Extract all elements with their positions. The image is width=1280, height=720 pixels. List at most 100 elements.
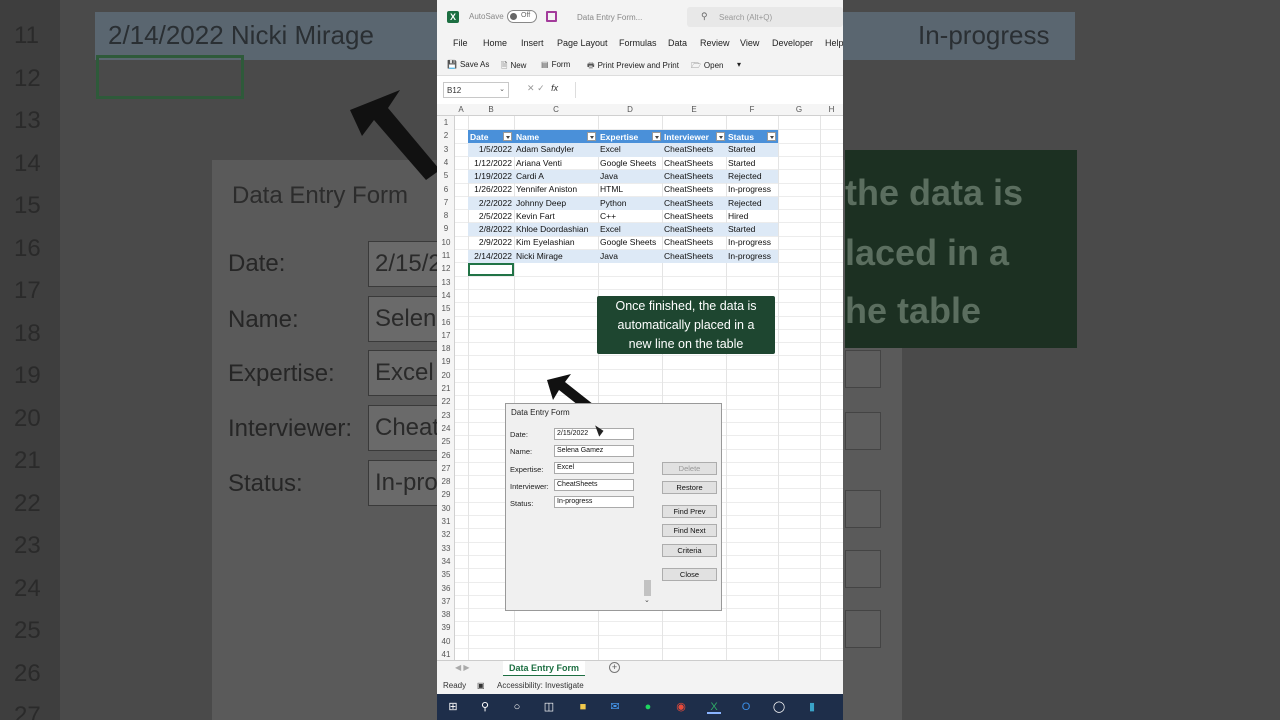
row-header[interactable]: 26: [437, 451, 455, 460]
scrollbar-thumb[interactable]: [644, 580, 651, 596]
status-field[interactable]: In-progress: [554, 496, 634, 508]
row-header[interactable]: 12: [437, 264, 455, 273]
column-header-f[interactable]: F: [726, 105, 778, 114]
print-preview-button[interactable]: 🖶 Print Preview and Print: [587, 60, 679, 74]
date-field[interactable]: 2/15/2022: [554, 428, 634, 440]
tab-formulas[interactable]: Formulas: [619, 38, 657, 48]
cell-name[interactable]: Kim Eyelashian: [516, 237, 575, 247]
column-header-e[interactable]: E: [662, 105, 726, 114]
cell-expertise[interactable]: Java: [600, 171, 618, 181]
cell-name[interactable]: Johnny Deep: [516, 198, 566, 208]
row-header[interactable]: 20: [437, 371, 455, 380]
cell-date[interactable]: 2/2/2022: [479, 198, 512, 208]
excel-icon[interactable]: X: [707, 700, 721, 714]
row-header[interactable]: 40: [437, 637, 455, 646]
cell-date[interactable]: 1/5/2022: [479, 144, 512, 154]
cell-name[interactable]: Cardi A: [516, 171, 544, 181]
row-header[interactable]: 7: [437, 198, 455, 207]
add-sheet-icon[interactable]: +: [609, 662, 620, 673]
tab-data[interactable]: Data: [668, 38, 687, 48]
cell-interviewer[interactable]: CheatSheets: [664, 237, 713, 247]
row-header[interactable]: 17: [437, 331, 455, 340]
cell-name[interactable]: Kevin Fart: [516, 211, 555, 221]
table-row[interactable]: 2/2/2022 Johnny Deep Python CheatSheets Reje…: [468, 196, 778, 210]
find-prev-button[interactable]: Find Prev: [662, 505, 717, 518]
insert-function-icon[interactable]: fx: [551, 83, 558, 93]
dialog-scrollbar[interactable]: ⌄: [643, 444, 652, 606]
column-header-a[interactable]: A: [455, 105, 467, 114]
cell-status[interactable]: Rejected: [728, 198, 762, 208]
cell-name[interactable]: Yennifer Aniston: [516, 184, 577, 194]
cell-expertise[interactable]: Google Sheets: [600, 237, 656, 247]
name-box[interactable]: B12 ⌄: [443, 82, 509, 98]
criteria-button[interactable]: Criteria: [662, 544, 717, 557]
chrome-icon[interactable]: ◉: [674, 700, 688, 714]
table-row[interactable]: 1/12/2022 Ariana Venti Google Sheets CheatS…: [468, 157, 778, 170]
cell-status[interactable]: In-progress: [728, 237, 771, 247]
tab-insert[interactable]: Insert: [521, 38, 544, 48]
interviewer-field[interactable]: CheatSheets: [554, 479, 634, 491]
cell-expertise[interactable]: Python: [600, 198, 626, 208]
cell-name[interactable]: Adam Sandyler: [516, 144, 574, 154]
restore-button[interactable]: Restore: [662, 481, 717, 494]
cell-interviewer[interactable]: CheatSheets: [664, 184, 713, 194]
filter-dropdown-icon[interactable]: [652, 132, 661, 141]
name-field[interactable]: Selena Gamez: [554, 445, 634, 457]
row-header[interactable]: 22: [437, 397, 455, 406]
tab-home[interactable]: Home: [483, 38, 507, 48]
row-header[interactable]: 38: [437, 610, 455, 619]
cell-date[interactable]: 1/12/2022: [474, 158, 512, 168]
cell-status[interactable]: Rejected: [728, 171, 762, 181]
macro-record-icon[interactable]: ▣: [477, 681, 485, 690]
cell-expertise[interactable]: Excel: [600, 144, 621, 154]
cell-interviewer[interactable]: CheatSheets: [664, 211, 713, 221]
spreadsheet-grid[interactable]: A B C D E F G H 1 2 3 4 5 6 7 8 9 10 11 12 13 14 15 16 1…: [437, 104, 843, 663]
obs-icon[interactable]: ◯: [772, 700, 786, 714]
row-header[interactable]: 19: [437, 357, 455, 366]
cell-interviewer[interactable]: CheatSheets: [664, 224, 713, 234]
row-header[interactable]: 4: [437, 158, 455, 167]
column-header-d[interactable]: D: [598, 105, 662, 114]
tab-help[interactable]: Help: [825, 38, 843, 48]
cell-expertise[interactable]: Java: [600, 251, 618, 261]
filter-dropdown-icon[interactable]: [767, 132, 776, 141]
cell-status[interactable]: Started: [728, 144, 755, 154]
table-row[interactable]: 2/8/2022 Khloe Doordashian Excel CheatSheet…: [468, 223, 778, 237]
tab-developer[interactable]: Developer: [772, 38, 813, 48]
cell-date[interactable]: 2/5/2022: [479, 211, 512, 221]
accessibility-status[interactable]: Accessibility: Investigate: [497, 681, 584, 690]
row-header[interactable]: 41: [437, 650, 455, 659]
row-header[interactable]: 36: [437, 584, 455, 593]
table-row[interactable]: 1/26/2022 Yennifer Aniston HTML CheatSheets…: [468, 183, 778, 196]
app-icon[interactable]: ▮: [805, 700, 819, 714]
formula-input[interactable]: [575, 82, 843, 98]
cell-date[interactable]: 2/14/2022: [474, 251, 512, 261]
cell-expertise[interactable]: C++: [600, 211, 616, 221]
row-header[interactable]: 30: [437, 504, 455, 513]
close-button[interactable]: Close: [662, 568, 717, 581]
search-icon[interactable]: ⚲: [478, 700, 492, 714]
row-header[interactable]: 14: [437, 291, 455, 300]
file-explorer-icon[interactable]: ■: [576, 700, 590, 714]
selected-cell-b12[interactable]: [468, 263, 514, 276]
mail-icon[interactable]: ✉: [608, 700, 622, 714]
cancel-icon[interactable]: ✕: [527, 83, 535, 93]
cell-status[interactable]: Started: [728, 224, 755, 234]
row-header[interactable]: 3: [437, 145, 455, 154]
row-header[interactable]: 21: [437, 384, 455, 393]
cell-status[interactable]: In-progress: [728, 251, 771, 261]
customize-toolbar-icon[interactable]: ▾: [737, 60, 741, 69]
column-header-h[interactable]: H: [820, 105, 843, 114]
row-header[interactable]: 5: [437, 171, 455, 180]
cell-interviewer[interactable]: CheatSheets: [664, 198, 713, 208]
autosave-toggle[interactable]: Off: [507, 10, 537, 23]
column-header-g[interactable]: G: [778, 105, 820, 114]
row-header[interactable]: 9: [437, 224, 455, 233]
row-header[interactable]: 29: [437, 490, 455, 499]
row-header[interactable]: 8: [437, 211, 455, 220]
row-header[interactable]: 25: [437, 437, 455, 446]
table-row[interactable]: 2/5/2022 Kevin Fart C++ CheatSheets Hired: [468, 210, 778, 223]
row-header[interactable]: 34: [437, 557, 455, 566]
windows-start-icon[interactable]: ⊞: [446, 700, 460, 714]
cell-interviewer[interactable]: CheatSheets: [664, 144, 713, 154]
